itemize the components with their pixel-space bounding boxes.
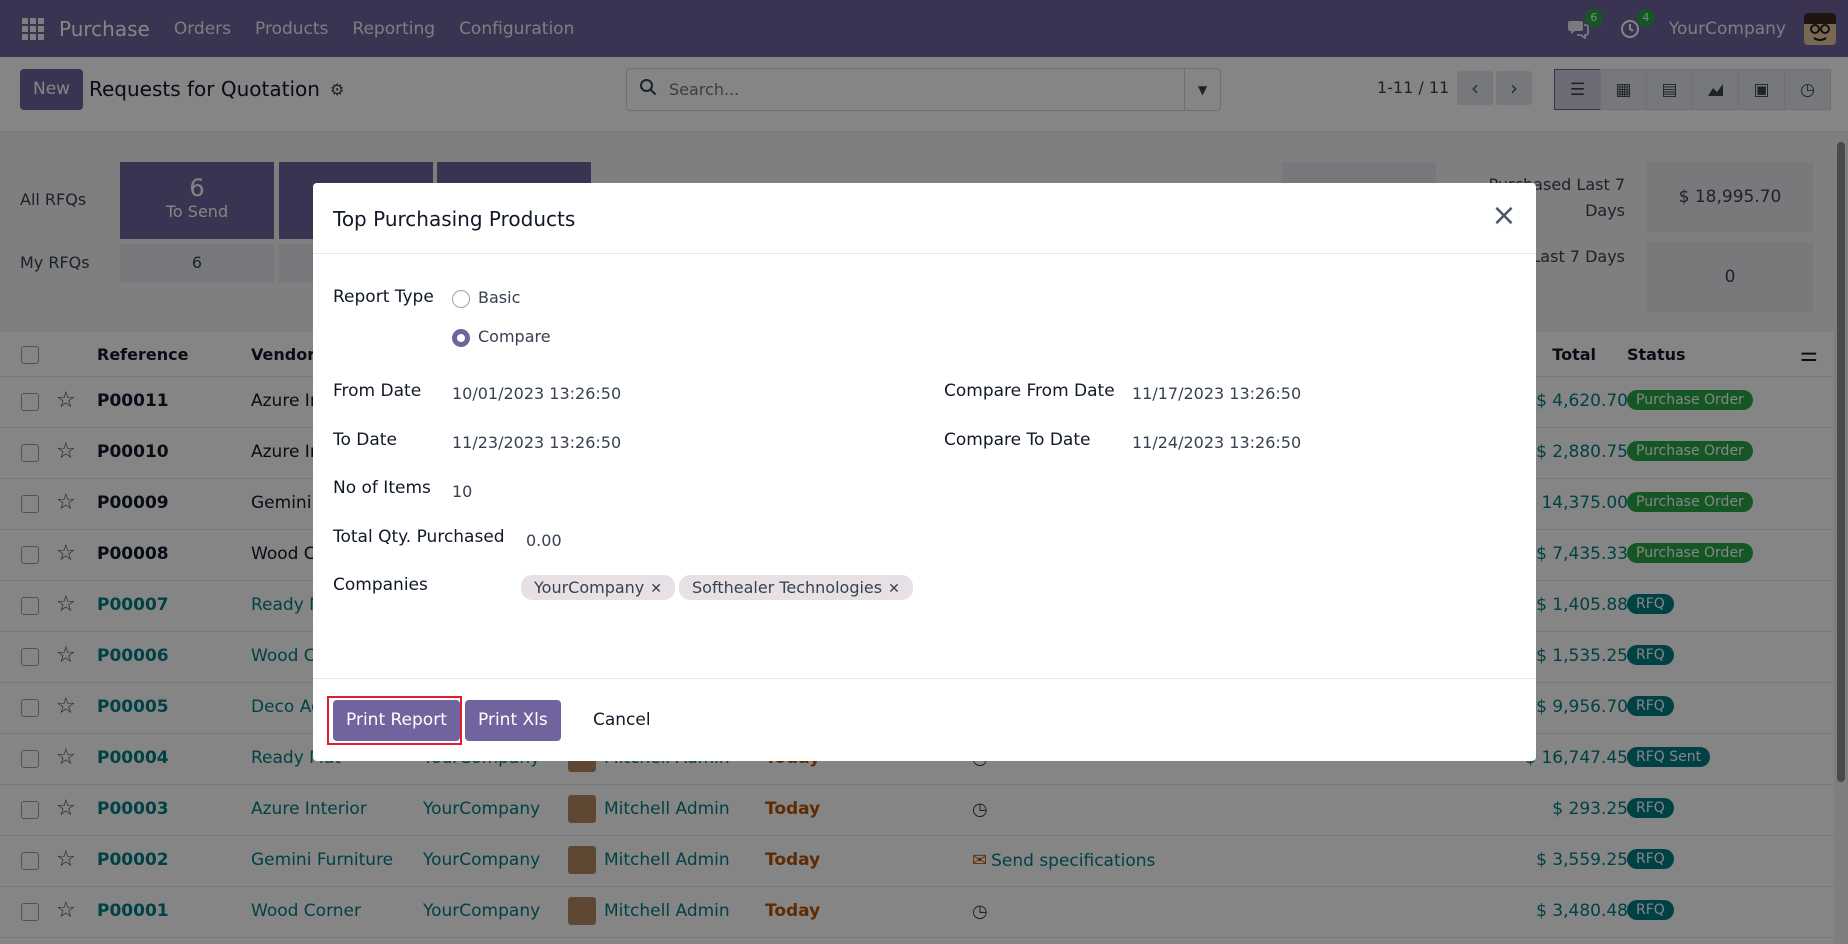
company-tag-label: Softhealer Technologies xyxy=(692,578,883,597)
modal-title: Top Purchasing Products xyxy=(333,207,576,231)
no-of-items-label: No of Items xyxy=(333,478,431,498)
compare-from-date-field[interactable]: 11/17/2023 13:26:50 xyxy=(1132,384,1301,403)
radio-compare-label[interactable]: Compare xyxy=(478,327,551,346)
compare-from-date-label: Compare From Date xyxy=(944,381,1115,401)
print-xls-button[interactable]: Print Xls xyxy=(465,700,561,741)
radio-basic[interactable] xyxy=(452,290,470,308)
modal-header: Top Purchasing Products × xyxy=(313,183,1536,254)
compare-to-date-field[interactable]: 11/24/2023 13:26:50 xyxy=(1132,433,1301,452)
radio-basic-label[interactable]: Basic xyxy=(478,288,520,307)
report-type-label: Report Type xyxy=(333,287,434,307)
total-qty-label: Total Qty. Purchased xyxy=(333,527,505,547)
from-date-label: From Date xyxy=(333,381,422,401)
radio-compare[interactable] xyxy=(452,329,470,347)
remove-tag-icon[interactable]: ✕ xyxy=(888,581,900,597)
company-tag: YourCompany ✕ xyxy=(521,575,676,600)
print-report-button[interactable]: Print Report xyxy=(333,700,460,741)
remove-tag-icon[interactable]: ✕ xyxy=(650,581,662,597)
top-purchasing-products-dialog: Top Purchasing Products × Report Type Ba… xyxy=(313,183,1536,761)
modal-footer: Print Report Print Xls Cancel xyxy=(313,678,1536,761)
to-date-field[interactable]: 11/23/2023 13:26:50 xyxy=(452,433,621,452)
close-icon[interactable]: × xyxy=(1488,201,1520,233)
no-of-items-field[interactable]: 10 xyxy=(452,482,472,501)
to-date-label: To Date xyxy=(333,430,397,450)
total-qty-field[interactable]: 0.00 xyxy=(526,531,562,550)
company-tag: Softhealer Technologies ✕ xyxy=(679,575,913,600)
cancel-button[interactable]: Cancel xyxy=(580,700,664,741)
company-tag-label: YourCompany xyxy=(534,578,645,597)
companies-label: Companies xyxy=(333,575,428,595)
compare-to-date-label: Compare To Date xyxy=(944,430,1091,450)
companies-field[interactable]: YourCompany ✕ Softhealer Technologies ✕ xyxy=(521,575,917,600)
from-date-field[interactable]: 10/01/2023 13:26:50 xyxy=(452,384,621,403)
